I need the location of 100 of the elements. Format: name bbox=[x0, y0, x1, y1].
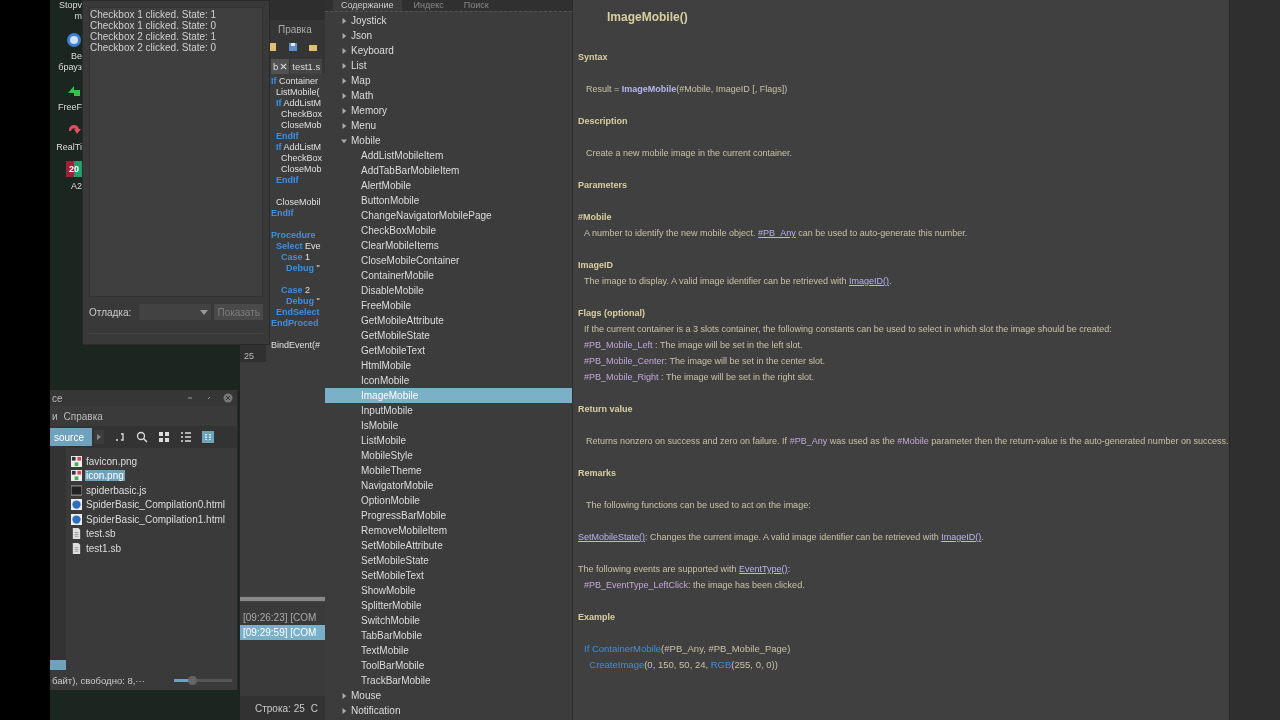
tree-item[interactable]: Menu bbox=[325, 118, 572, 133]
tree-item[interactable]: OptionMobile bbox=[325, 493, 572, 508]
tree-item[interactable]: TabBarMobile bbox=[325, 628, 572, 643]
icon-label: Ве bbox=[71, 51, 82, 62]
menu-item[interactable]: Правка bbox=[278, 23, 312, 35]
tree-item[interactable]: ShowMobile bbox=[325, 583, 572, 598]
tree-item[interactable]: InputMobile bbox=[325, 403, 572, 418]
tree-item[interactable]: MobileStyle bbox=[325, 448, 572, 463]
tree-item[interactable]: List bbox=[325, 58, 572, 73]
file-name[interactable]: test1.sb bbox=[85, 542, 123, 554]
log-entry[interactable]: [09:26:23] [COM bbox=[240, 610, 325, 625]
help-link[interactable]: ImageID() bbox=[849, 276, 889, 286]
zoom-slider[interactable] bbox=[174, 678, 232, 682]
tree-item[interactable]: ProgressBarMobile bbox=[325, 508, 572, 523]
tree-item[interactable]: IconMobile bbox=[325, 373, 572, 388]
folder-icon[interactable] bbox=[308, 42, 318, 52]
document-icon[interactable] bbox=[268, 42, 278, 52]
menu-item[interactable]: и bbox=[52, 410, 58, 422]
tree-item[interactable]: MobileTheme bbox=[325, 463, 572, 478]
expand-arrow-icon[interactable] bbox=[341, 32, 347, 39]
close-icon[interactable] bbox=[223, 393, 233, 403]
help-link[interactable]: #PB_Any bbox=[758, 228, 796, 238]
tree-item[interactable]: NavigatorMobile bbox=[325, 478, 572, 493]
menu-item[interactable]: Справка bbox=[63, 410, 103, 422]
tree-item[interactable]: ChangeNavigatorMobilePage bbox=[325, 208, 572, 223]
tree-item[interactable]: Map bbox=[325, 73, 572, 88]
tree-item[interactable]: Mouse bbox=[325, 688, 572, 703]
tree-item[interactable]: AddListMobileItem bbox=[325, 148, 572, 163]
expand-arrow-icon[interactable] bbox=[341, 122, 347, 129]
tree-item[interactable]: ToolBarMobile bbox=[325, 658, 572, 673]
tree-item[interactable]: Notification bbox=[325, 703, 572, 718]
tree-item[interactable]: Joystick bbox=[325, 13, 572, 28]
tree-item[interactable]: RemoveMobileItem bbox=[325, 523, 572, 538]
tree-item[interactable]: Keyboard bbox=[325, 43, 572, 58]
file-name[interactable]: favicon.png bbox=[85, 455, 139, 467]
app-icon[interactable]: 20 bbox=[66, 161, 82, 177]
example-code-line: CreateImage(0, 150, 50, 24, RGB(255, 0, 0)) bbox=[588, 658, 779, 672]
tree-item[interactable]: Memory bbox=[325, 103, 572, 118]
expand-arrow-icon[interactable] bbox=[341, 707, 347, 714]
help-paragraph: #PB_Mobile_Center: The image will be set in the center slot. bbox=[583, 355, 826, 368]
chevron-right-icon[interactable] bbox=[94, 430, 104, 444]
icon-label: FreeF bbox=[58, 102, 82, 113]
help-tab[interactable]: Поиск bbox=[455, 0, 497, 11]
tree-item[interactable]: ContainerMobile bbox=[325, 268, 572, 283]
tree-item[interactable]: ListMobile bbox=[325, 433, 572, 448]
expand-arrow-icon[interactable] bbox=[341, 62, 347, 69]
tree-item[interactable]: SetMobileState bbox=[325, 553, 572, 568]
tree-item[interactable]: Json bbox=[325, 28, 572, 43]
globe-icon[interactable] bbox=[66, 32, 82, 48]
terminal-icon[interactable] bbox=[114, 431, 126, 443]
tree-item[interactable]: AddTabBarMobileItem bbox=[325, 163, 572, 178]
tree-item[interactable]: Math bbox=[325, 88, 572, 103]
expand-arrow-icon[interactable] bbox=[341, 77, 347, 84]
tree-item[interactable]: AlertMobile bbox=[325, 178, 572, 193]
code-line: Debug " bbox=[285, 263, 321, 274]
help-paragraph: #PB_Mobile_Right : The image will be set in the right slot. bbox=[583, 371, 815, 384]
expand-arrow-icon[interactable] bbox=[341, 107, 347, 114]
help-link[interactable]: EventType() bbox=[739, 564, 788, 574]
editor-tab[interactable]: b bbox=[271, 59, 290, 74]
collapse-arrow-icon[interactable] bbox=[341, 137, 347, 144]
tree-item[interactable]: GetMobileState bbox=[325, 328, 572, 343]
help-tab[interactable]: Индекс bbox=[405, 0, 452, 11]
editor-tab[interactable]: test1.s bbox=[290, 59, 323, 74]
tree-item[interactable]: ButtonMobile bbox=[325, 193, 572, 208]
expand-arrow-icon[interactable] bbox=[341, 92, 347, 99]
tree-item[interactable]: SetMobileAttribute bbox=[325, 538, 572, 553]
file-name[interactable]: SpiderBasic_Compilation0.html bbox=[85, 499, 226, 511]
tree-item[interactable]: ClearMobileItems bbox=[325, 238, 572, 253]
tree-item[interactable]: TrackBarMobile bbox=[325, 673, 572, 688]
tree-item[interactable]: HtmlMobile bbox=[325, 358, 572, 373]
tree-item[interactable]: CloseMobileContainer bbox=[325, 253, 572, 268]
tree-item[interactable]: GetMobileText bbox=[325, 343, 572, 358]
code-line: Case 2 bbox=[280, 285, 312, 296]
search-icon[interactable] bbox=[136, 431, 148, 443]
scrollbar[interactable] bbox=[240, 597, 325, 601]
file-name[interactable]: test.sb bbox=[85, 528, 117, 540]
code-line: Procedure bbox=[271, 230, 317, 241]
file-name[interactable]: SpiderBasic_Compilation1.html bbox=[85, 513, 226, 525]
tree-item[interactable]: SwitchMobile bbox=[325, 613, 572, 628]
help-paragraph: #PB_EventType_LeftClick: the image has been clicked. bbox=[583, 579, 806, 592]
file-name[interactable]: spiderbasic.js bbox=[85, 484, 148, 496]
expand-arrow-icon[interactable] bbox=[341, 17, 347, 24]
log-line: Checkbox 1 clicked. State: 1 bbox=[90, 9, 218, 20]
close-icon[interactable] bbox=[280, 63, 288, 70]
tree-item[interactable]: GetMobileAttribute bbox=[325, 313, 572, 328]
caret-icon[interactable] bbox=[200, 309, 209, 315]
dropdown-field[interactable] bbox=[139, 304, 212, 320]
tree-item[interactable]: TextMobile bbox=[325, 643, 572, 658]
tree-item[interactable]: FreeMobile bbox=[325, 298, 572, 313]
list-icon[interactable] bbox=[180, 431, 192, 443]
tree-item[interactable]: IsMobile bbox=[325, 418, 572, 433]
help-tab[interactable]: Содержание bbox=[333, 0, 402, 11]
tree-item[interactable]: Mobile bbox=[325, 133, 572, 148]
expand-arrow-icon[interactable] bbox=[341, 692, 347, 699]
expand-arrow-icon[interactable] bbox=[341, 47, 347, 54]
tree-item[interactable]: SetMobileText bbox=[325, 568, 572, 583]
tree-item[interactable]: CheckBoxMobile bbox=[325, 223, 572, 238]
tree-item[interactable]: DisableMobile bbox=[325, 283, 572, 298]
grid-icon[interactable] bbox=[158, 431, 170, 443]
tree-item[interactable]: SplitterMobile bbox=[325, 598, 572, 613]
